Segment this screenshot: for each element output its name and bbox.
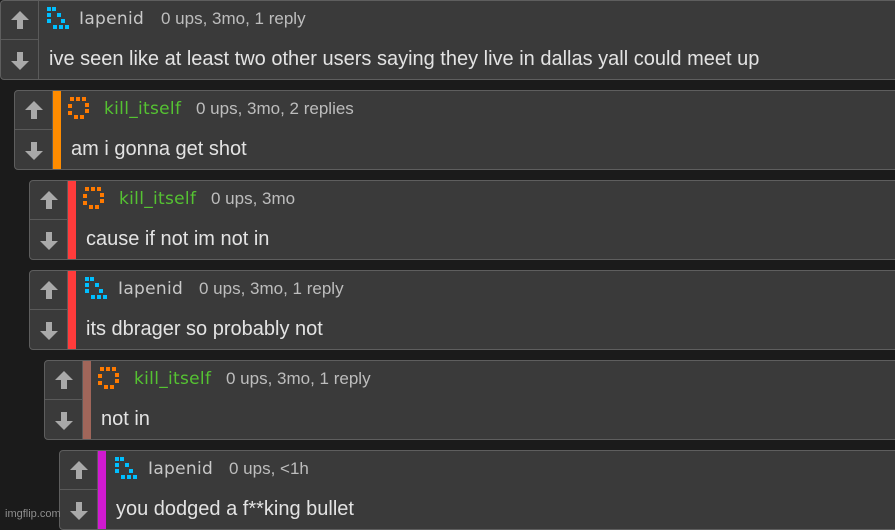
arrow-down-icon	[69, 501, 88, 520]
arrow-up-icon	[10, 11, 29, 29]
upvote-button[interactable]	[45, 361, 82, 400]
vote-column	[30, 181, 68, 259]
downvote-button[interactable]	[45, 401, 82, 439]
arrow-down-icon	[54, 411, 73, 430]
arrow-down-icon	[24, 141, 43, 160]
downvote-button[interactable]	[15, 131, 52, 169]
thread-depth-bar	[68, 271, 76, 349]
upvote-button[interactable]	[1, 1, 38, 40]
vote-column	[30, 271, 68, 349]
comment-meta: 0 ups, 3mo	[211, 189, 296, 208]
upvote-button[interactable]	[60, 451, 97, 490]
username-link[interactable]: kill_itself	[119, 189, 196, 209]
thread-depth-bar	[98, 451, 106, 529]
comment-text: not in	[101, 408, 150, 430]
comment: Iapenid 0 ups, <1h you dodged a f**king …	[59, 450, 895, 530]
vote-column	[15, 91, 53, 169]
comment-text: ive seen like at least two other users s…	[49, 48, 760, 70]
comment-meta: 0 ups, 3mo, 2 replies	[196, 99, 354, 118]
comment-meta: 0 ups, 3mo, 1 reply	[161, 9, 306, 28]
comment-text: cause if not im not in	[86, 228, 270, 250]
vote-column	[1, 1, 39, 79]
username-link[interactable]: Iapenid	[148, 459, 213, 479]
vote-column	[45, 361, 83, 439]
comment-meta: 0 ups, <1h	[229, 459, 309, 478]
comment-text: you dodged a f**king bullet	[116, 498, 354, 520]
arrow-up-icon	[39, 191, 58, 209]
thread-depth-bar	[83, 361, 91, 439]
comment-text: its dbrager so probably not	[86, 318, 323, 340]
username-link[interactable]: kill_itself	[134, 369, 211, 389]
arrow-down-icon	[10, 51, 29, 70]
arrow-up-icon	[39, 281, 58, 299]
downvote-button[interactable]	[60, 491, 97, 529]
thread-depth-bar	[53, 91, 61, 169]
blue-pixel-avatar-icon[interactable]	[85, 277, 107, 299]
arrow-down-icon	[39, 231, 58, 250]
upvote-button[interactable]	[30, 181, 67, 220]
comment-meta: 0 ups, 3mo, 1 reply	[226, 369, 371, 388]
orange-pixel-avatar-icon[interactable]	[68, 97, 90, 119]
orange-pixel-avatar-icon[interactable]	[83, 187, 105, 209]
comment-meta: 0 ups, 3mo, 1 reply	[199, 279, 344, 298]
arrow-up-icon	[69, 461, 88, 479]
blue-pixel-avatar-icon[interactable]	[47, 7, 69, 29]
upvote-button[interactable]	[15, 91, 52, 130]
comment: kill_itself 0 ups, 3mo cause if not im n…	[29, 180, 895, 260]
arrow-up-icon	[54, 371, 73, 389]
downvote-button[interactable]	[30, 221, 67, 259]
blue-pixel-avatar-icon[interactable]	[115, 457, 137, 479]
username-link[interactable]: Iapenid	[118, 279, 183, 299]
thread-depth-bar	[68, 181, 76, 259]
comment-text: am i gonna get shot	[71, 138, 247, 160]
upvote-button[interactable]	[30, 271, 67, 310]
comment: Iapenid 0 ups, 3mo, 1 reply ive seen lik…	[0, 0, 895, 80]
arrow-down-icon	[39, 321, 58, 340]
comment: Iapenid 0 ups, 3mo, 1 reply its dbrager …	[29, 270, 895, 350]
arrow-up-icon	[24, 101, 43, 119]
username-link[interactable]: kill_itself	[104, 99, 181, 119]
downvote-button[interactable]	[1, 41, 38, 79]
vote-column	[60, 451, 98, 529]
username-link[interactable]: Iapenid	[79, 9, 144, 29]
orange-pixel-avatar-icon[interactable]	[98, 367, 120, 389]
downvote-button[interactable]	[30, 311, 67, 349]
comment: kill_itself 0 ups, 3mo, 2 replies am i g…	[14, 90, 895, 170]
comment: kill_itself 0 ups, 3mo, 1 reply not in	[44, 360, 895, 440]
watermark: imgflip.com	[5, 508, 61, 520]
